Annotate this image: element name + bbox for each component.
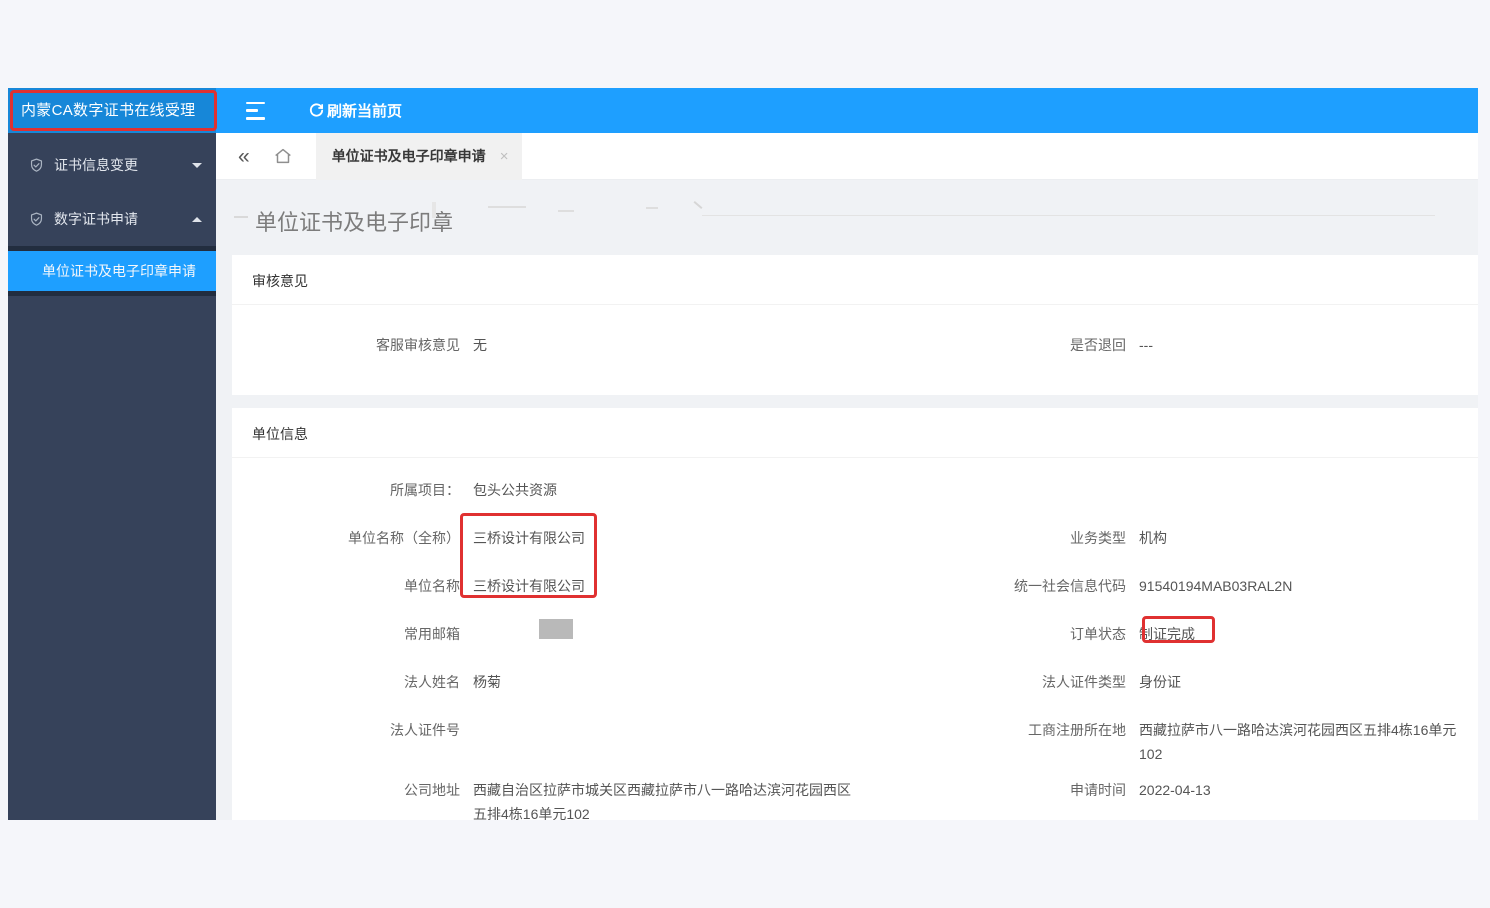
field-label: 法人姓名 <box>404 674 460 690</box>
field-value: --- <box>1139 337 1153 353</box>
sidebar-item-cert-info-change[interactable]: 证书信息变更 <box>8 138 216 192</box>
redaction-smudge <box>646 207 658 209</box>
chevron-up-icon <box>192 216 202 222</box>
menu-fold-icon[interactable] <box>246 101 268 120</box>
table-row: 单位名称 三桥设计有限公司 统一社会信息代码 91540194MAB03RAL2… <box>232 562 1478 610</box>
field-label: 单位名称 <box>404 578 460 594</box>
field-label: 申请时间 <box>1070 782 1126 798</box>
table-row: 常用邮箱 订单状态 制证完成 <box>232 610 1478 658</box>
tab-unit-cert-seal-apply[interactable]: 单位证书及电子印章申请 × <box>315 132 523 180</box>
chevron-down-icon <box>192 162 202 168</box>
field-value: 无 <box>473 337 487 353</box>
app-window: 内蒙CA数字证书在线受理 证书信息变更 数字证书申请 单位证书及电子印章申请 刷… <box>8 88 1478 820</box>
field-value: 三桥设计有限公司 <box>473 578 585 594</box>
redaction-smudge <box>432 202 436 218</box>
close-icon[interactable]: × <box>500 149 509 164</box>
unit-section-title: 单位信息 <box>232 408 1478 458</box>
refresh-button[interactable]: 刷新当前页 <box>308 100 402 121</box>
field-label: 统一社会信息代码 <box>1014 578 1126 594</box>
field-value: 机构 <box>1139 530 1167 546</box>
field-label: 客服审核意见 <box>376 337 460 353</box>
field-value: 91540194MAB03RAL2N <box>1139 578 1293 594</box>
field-label: 工商注册所在地 <box>1028 722 1126 738</box>
refresh-label: 刷新当前页 <box>327 103 403 120</box>
home-icon[interactable] <box>272 145 294 167</box>
refresh-icon <box>309 103 324 117</box>
field-label: 订单状态 <box>1070 626 1126 642</box>
sidebar-menu: 证书信息变更 数字证书申请 单位证书及电子印章申请 <box>8 133 216 296</box>
field-value: 包头公共资源 <box>473 482 557 498</box>
redaction-smudge <box>558 210 574 212</box>
shield-check-icon <box>30 212 43 226</box>
field-value: 身份证 <box>1139 674 1181 690</box>
sidebar: 内蒙CA数字证书在线受理 证书信息变更 数字证书申请 单位证书及电子印章申请 <box>8 88 216 820</box>
redaction-line <box>702 215 1435 216</box>
sidebar-submenu: 单位证书及电子印章申请 <box>8 246 216 296</box>
page-title: 单位证书及电子印章 <box>255 210 454 235</box>
field-label: 业务类型 <box>1070 530 1126 546</box>
audit-card: 审核意见 客服审核意见 无 是否退回 --- <box>232 255 1478 395</box>
field-label: 法人证件号 <box>390 722 460 738</box>
field-value: 西藏拉萨市八一路哈达滨河花园西区五排4栋16单元102 <box>1139 722 1457 762</box>
table-row: 法人证件号 工商注册所在地 西藏拉萨市八一路哈达滨河花园西区五排4栋16单元10… <box>232 706 1478 766</box>
table-row: 公司地址 西藏自治区拉萨市城关区西藏拉萨市八一路哈达滨河花园西区五排4栋16单元… <box>232 766 1478 820</box>
field-value: 制证完成 <box>1139 626 1195 642</box>
field-value: 杨菊 <box>473 674 501 690</box>
collapse-tabs-icon[interactable]: « <box>238 146 250 167</box>
table-row: 单位名称（全称） 三桥设计有限公司 业务类型 机构 <box>232 514 1478 562</box>
sidebar-subitem-unit-cert-seal-apply[interactable]: 单位证书及电子印章申请 <box>8 251 216 291</box>
sidebar-item-digital-cert-apply[interactable]: 数字证书申请 <box>8 192 216 246</box>
sidebar-item-label: 证书信息变更 <box>54 157 138 173</box>
title-dash <box>234 216 248 218</box>
main-content: 单位证书及电子印章 审核意见 客服审核意见 无 是否退回 --- 单位信息 所属… <box>216 180 1478 820</box>
sidebar-item-label: 数字证书申请 <box>54 211 138 227</box>
redaction-smudge <box>488 206 526 208</box>
field-value: 西藏自治区拉萨市城关区西藏拉萨市八一路哈达滨河花园西区五排4栋16单元102 <box>473 782 851 820</box>
field-value <box>460 706 473 718</box>
table-row: 法人姓名 杨菊 法人证件类型 身份证 <box>232 658 1478 706</box>
redaction-smudge <box>693 201 703 209</box>
field-label: 公司地址 <box>404 782 460 798</box>
field-value: 2022-04-13 <box>1139 782 1211 798</box>
tab-label: 单位证书及电子印章申请 <box>331 148 486 164</box>
field-label: 单位名称（全称） <box>348 530 460 546</box>
field-value <box>460 610 473 622</box>
redacted-email-value <box>539 619 573 639</box>
table-row: 所属项目： 包头公共资源 <box>232 466 1478 514</box>
table-row: 客服审核意见 无 是否退回 --- <box>232 315 1478 363</box>
shield-check-icon <box>30 158 43 172</box>
field-label: 常用邮箱 <box>404 626 460 642</box>
audit-section-title: 审核意见 <box>232 255 1478 305</box>
field-label: 是否退回 <box>1070 337 1126 353</box>
brand-title: 内蒙CA数字证书在线受理 <box>8 88 216 133</box>
field-label: 法人证件类型 <box>1042 674 1126 690</box>
page-title-band: 单位证书及电子印章 <box>216 180 1478 255</box>
field-label: 所属项目： <box>390 482 460 498</box>
unit-info-card: 单位信息 所属项目： 包头公共资源 单位名称（全称） 三桥设计有限公司 业务类型 <box>232 408 1478 820</box>
tab-bar: « 单位证书及电子印章申请 × <box>216 132 1478 180</box>
topbar: 刷新当前页 <box>216 88 1478 133</box>
field-value: 三桥设计有限公司 <box>473 530 585 546</box>
